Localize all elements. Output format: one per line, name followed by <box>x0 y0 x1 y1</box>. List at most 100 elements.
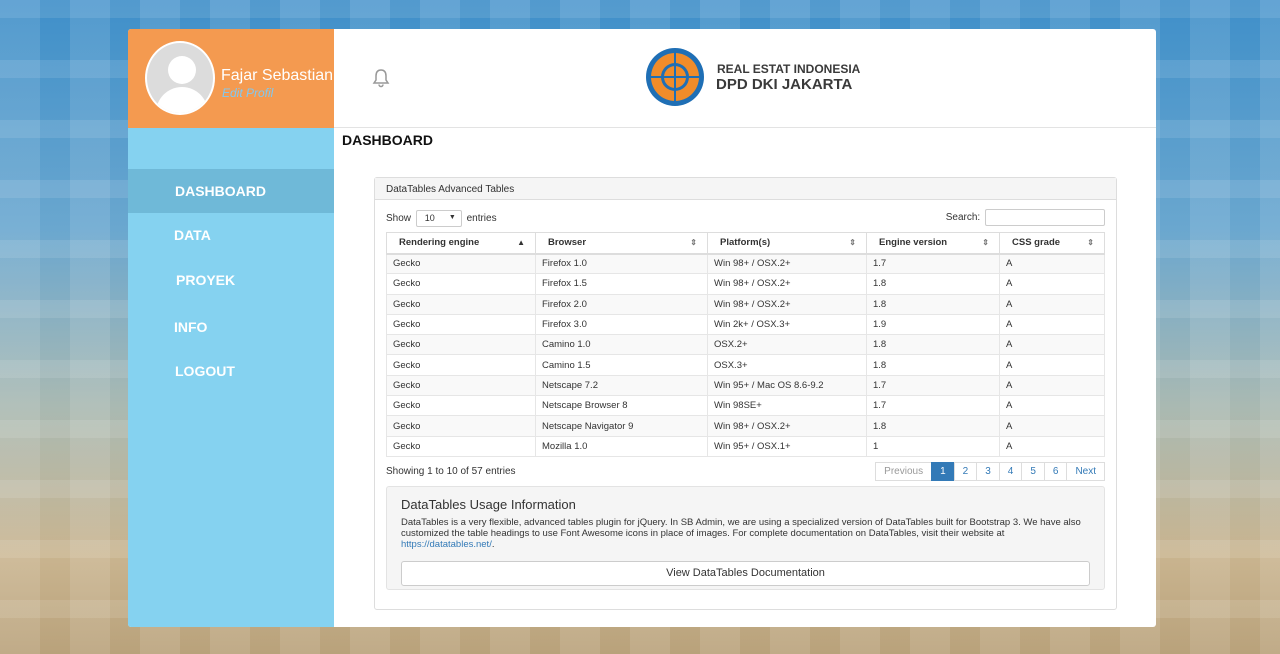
table-cell: Netscape 7.2 <box>535 374 708 397</box>
table-cell: A <box>999 415 1105 437</box>
table-cell: OSX.2+ <box>707 334 867 356</box>
brand-line-1: REAL ESTAT INDONESIA <box>717 62 861 76</box>
sort-icon: ⇕ <box>1087 238 1094 247</box>
usage-title: DataTables Usage Information <box>401 497 576 512</box>
table-header-row: Rendering engine ▲ Browser ⇕ Platform(s) ⇕ … <box>386 232 1105 255</box>
table-row: Gecko Firefox 1.0 Win 98+ / OSX.2+ 1.7 A <box>386 252 1105 275</box>
usage-text: DataTables is a very flexible, advanced … <box>401 517 1090 550</box>
table-cell: 1.9 <box>866 313 1000 336</box>
column-header-platforms[interactable]: Platform(s) ⇕ <box>707 232 867 255</box>
avatar[interactable] <box>145 41 215 115</box>
column-header-rendering-engine[interactable]: Rendering engine ▲ <box>386 232 536 255</box>
sidebar-item-info[interactable]: INFO <box>128 305 334 349</box>
table-cell: Gecko <box>386 354 536 376</box>
sidebar-item-dashboard[interactable]: DASHBOARD <box>128 169 334 213</box>
pagination-previous[interactable]: Previous <box>875 462 933 481</box>
table-cell: Netscape Browser 8 <box>535 395 708 417</box>
table-cell: A <box>999 293 1105 315</box>
view-documentation-button[interactable]: View DataTables Documentation <box>401 561 1090 586</box>
column-label: Rendering engine <box>399 237 480 249</box>
table-cell: Gecko <box>386 435 536 457</box>
entries-select[interactable]: 10 ▼ <box>415 210 462 227</box>
table-row: Gecko Netscape 7.2 Win 95+ / Mac OS 8.6-9.… <box>386 374 1105 397</box>
table-cell: Win 95+ / Mac OS 8.6-9.2 <box>707 374 867 397</box>
pagination: Previous 1 2 3 4 5 6 Next <box>875 462 1105 481</box>
bell-icon[interactable] <box>371 68 391 93</box>
usage-body: DataTables is a very flexible, advanced … <box>401 517 1081 539</box>
table-cell: Gecko <box>386 334 536 356</box>
table-cell: Gecko <box>386 374 536 397</box>
table-cell: Firefox 3.0 <box>535 313 708 336</box>
table-cell: Firefox 1.0 <box>535 252 708 275</box>
table-cell: Win 98+ / OSX.2+ <box>707 293 867 315</box>
table-cell: Mozilla 1.0 <box>535 435 708 457</box>
pagination-page-5[interactable]: 5 <box>1021 462 1045 481</box>
app-panel: Fajar Sebastian Edit Profil DASHBOARD DA… <box>128 29 1156 627</box>
table-row: Gecko Mozilla 1.0 Win 95+ / OSX.1+ 1 A <box>386 435 1105 457</box>
table-cell: 1 <box>866 435 1000 457</box>
pagination-page-2[interactable]: 2 <box>953 462 978 481</box>
table-cell: Gecko <box>386 395 536 417</box>
table-cell: Firefox 2.0 <box>535 293 708 315</box>
table-cell: Netscape Navigator 9 <box>535 415 708 437</box>
sidebar: Fajar Sebastian Edit Profil DASHBOARD DA… <box>128 29 334 627</box>
table-row: Gecko Netscape Navigator 9 Win 98+ / OSX.2… <box>386 415 1105 437</box>
sidebar-item-logout[interactable]: LOGOUT <box>128 349 334 393</box>
entries-label: entries <box>466 213 497 225</box>
top-bar: REAL ESTAT INDONESIA DPD DKI JAKARTA <box>334 29 1156 128</box>
sidebar-item-data[interactable]: DATA <box>128 213 334 257</box>
column-header-browser[interactable]: Browser ⇕ <box>535 232 708 255</box>
column-header-engine-version[interactable]: Engine version ⇕ <box>866 232 1000 255</box>
table-cell: 1.7 <box>866 252 1000 275</box>
table-row: Gecko Firefox 1.5 Win 98+ / OSX.2+ 1.8 A <box>386 273 1105 295</box>
avatar-body-shape <box>156 87 208 113</box>
column-header-css-grade[interactable]: CSS grade ⇕ <box>999 232 1105 255</box>
datatables-link[interactable]: https://datatables.net/ <box>401 539 492 550</box>
edit-profile-link[interactable]: Edit Profil <box>222 86 273 100</box>
table-row: Gecko Camino 1.0 OSX.2+ 1.8 A <box>386 334 1105 356</box>
table-cell: Win 98+ / OSX.2+ <box>707 273 867 295</box>
table-cell: Gecko <box>386 415 536 437</box>
table-cell: Win 95+ / OSX.1+ <box>707 435 867 457</box>
table-cell: 1.8 <box>866 293 1000 315</box>
table-cell: 1.8 <box>866 273 1000 295</box>
column-label: CSS grade <box>1012 237 1061 249</box>
avatar-head-shape <box>168 56 196 84</box>
table-cell: Win 98SE+ <box>707 395 867 417</box>
sort-icon: ⇕ <box>690 238 697 247</box>
pagination-page-1[interactable]: 1 <box>931 462 955 481</box>
table-cell: 1.8 <box>866 415 1000 437</box>
pagination-page-4[interactable]: 4 <box>998 462 1023 481</box>
column-label: Platform(s) <box>720 237 771 249</box>
search-input[interactable] <box>985 209 1105 226</box>
pagination-page-3[interactable]: 3 <box>976 462 1000 481</box>
table-cell: A <box>999 354 1105 376</box>
table-cell: Gecko <box>386 273 536 295</box>
table-cell: 1.8 <box>866 354 1000 376</box>
table-row: Gecko Firefox 2.0 Win 98+ / OSX.2+ 1.8 A <box>386 293 1105 315</box>
table-cell: Camino 1.0 <box>535 334 708 356</box>
pagination-page-6[interactable]: 6 <box>1043 462 1068 481</box>
table-cell: 1.7 <box>866 395 1000 417</box>
usage-info-box: DataTables Usage Information DataTables … <box>386 486 1105 590</box>
table-cell: Camino 1.5 <box>535 354 708 376</box>
sidebar-item-proyek[interactable]: PROYEK <box>128 258 334 302</box>
pagination-next[interactable]: Next <box>1066 462 1105 481</box>
table-cell: Gecko <box>386 293 536 315</box>
card-title: DataTables Advanced Tables <box>375 178 1116 200</box>
show-label: Show <box>386 213 412 225</box>
table-cell: A <box>999 313 1105 336</box>
table-cell: 1.8 <box>866 334 1000 356</box>
column-label: Browser <box>548 237 587 249</box>
column-label: Engine version <box>879 237 948 249</box>
entries-select-value: 10 <box>424 213 435 223</box>
table-cell: A <box>999 334 1105 356</box>
search-label: Search: <box>945 212 981 224</box>
profile-header: Fajar Sebastian Edit Profil <box>128 29 334 128</box>
table-cell: OSX.3+ <box>707 354 867 376</box>
sort-icon: ⇕ <box>982 238 989 247</box>
table-cell: Gecko <box>386 313 536 336</box>
table-row: Gecko Camino 1.5 OSX.3+ 1.8 A <box>386 354 1105 376</box>
page-title: DASHBOARD <box>342 132 433 148</box>
sort-icon: ⇕ <box>849 238 856 247</box>
